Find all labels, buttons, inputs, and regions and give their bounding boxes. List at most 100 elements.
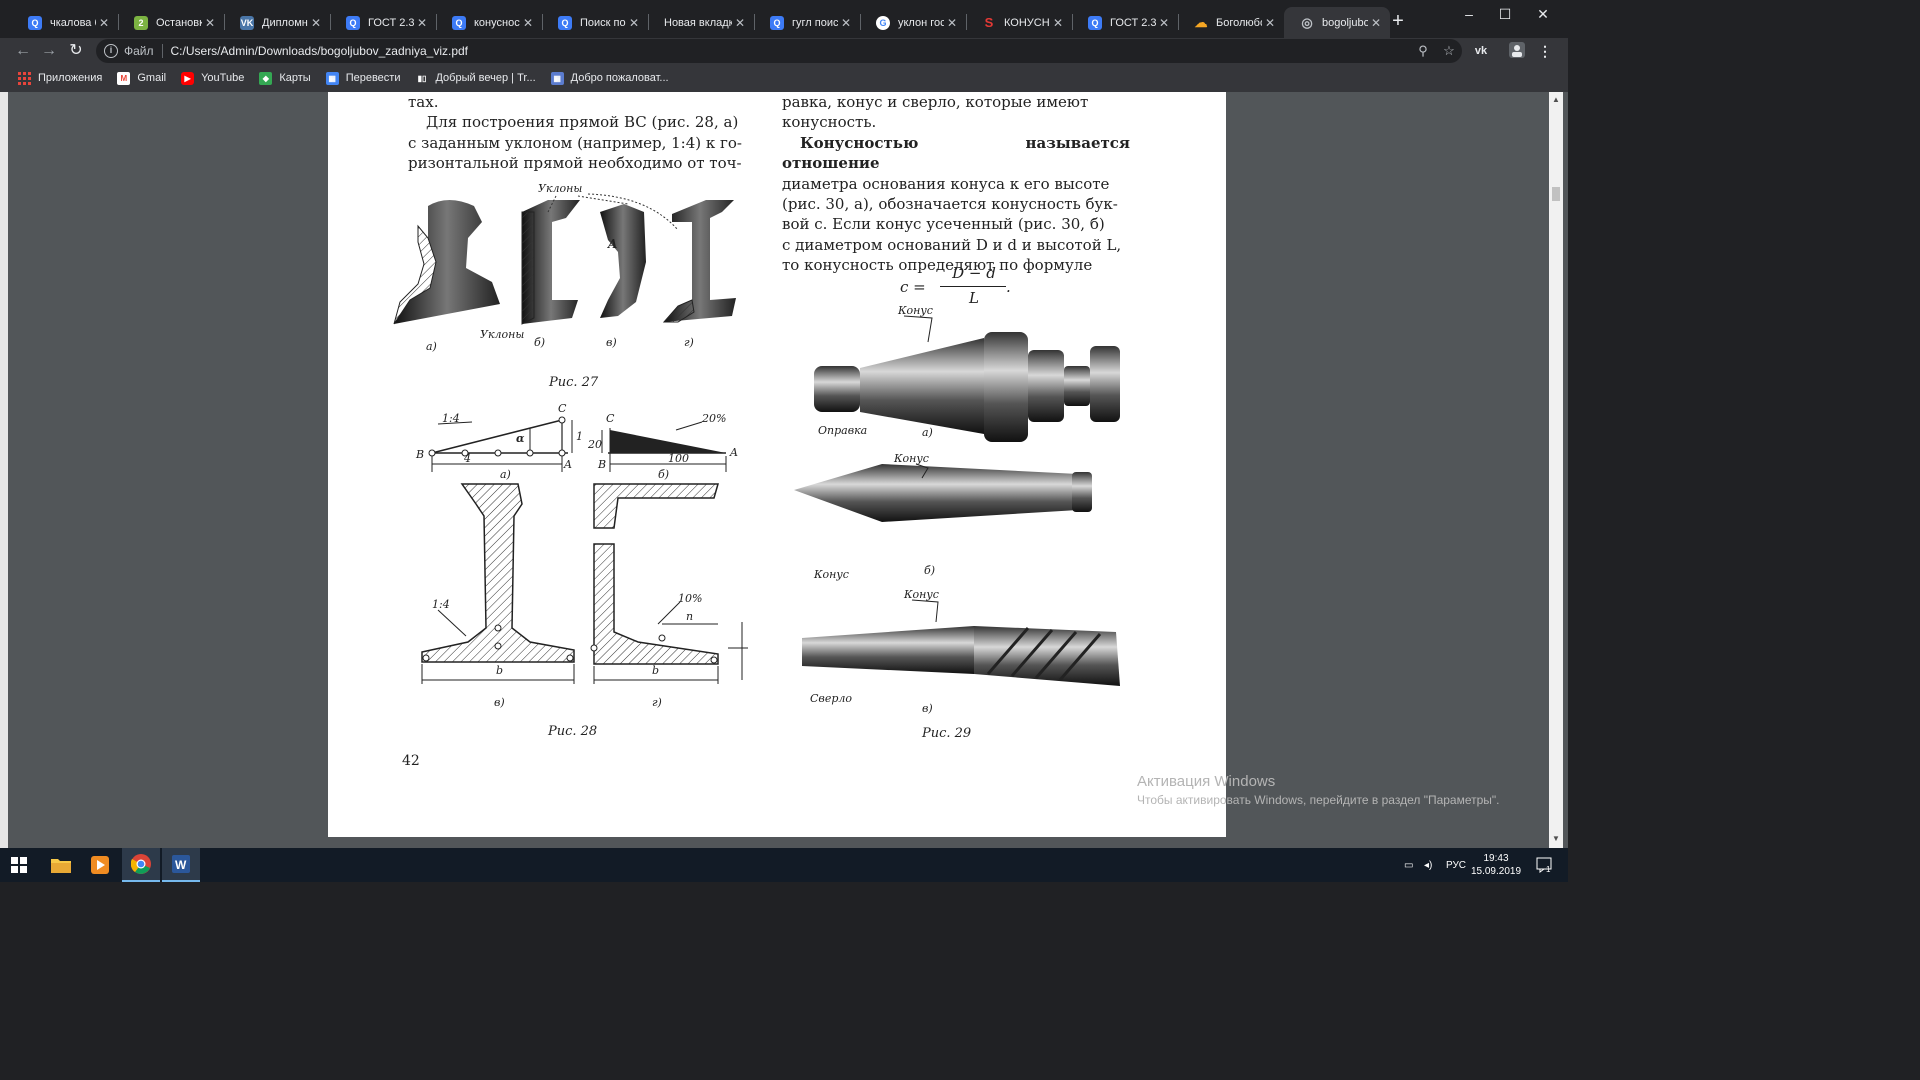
volume-icon[interactable]: ◂): [1424, 848, 1432, 882]
drill-drawing: [802, 626, 1120, 686]
language-indicator[interactable]: РУС: [1446, 848, 1466, 882]
tab[interactable]: ☁ Боголюбов✕: [1178, 7, 1284, 38]
yandex-search-icon: Q: [770, 15, 784, 30]
bookmark-item[interactable]: ▦ Перевести: [325, 71, 400, 85]
tab-close-icon[interactable]: ✕: [96, 16, 112, 30]
tab-close-icon[interactable]: ✕: [838, 16, 854, 30]
media-player-icon[interactable]: [81, 848, 119, 882]
bookmark-item[interactable]: M Gmail: [117, 71, 166, 85]
tab[interactable]: 2 Остановка✕: [118, 7, 224, 38]
bookmark-label: Карты: [279, 72, 311, 84]
tab-close-icon[interactable]: ✕: [414, 16, 430, 30]
tab-close-icon[interactable]: ✕: [1262, 16, 1278, 30]
network-icon[interactable]: ▭: [1404, 848, 1413, 882]
chrome-icon[interactable]: [122, 848, 160, 882]
tab-close-icon[interactable]: ✕: [308, 16, 324, 30]
dimension-label: 4: [463, 452, 471, 465]
vk-icon: VK: [240, 15, 254, 30]
bulb-profile-drawing: A: [600, 204, 646, 318]
bookmark-label: Добрый вечер | Tr...: [435, 72, 536, 84]
bookmark-item[interactable]: ◆ Карты: [259, 71, 311, 85]
slope-construction-b: [601, 421, 727, 472]
word-icon[interactable]: W: [162, 848, 200, 882]
taskbar: W ▭ ◂) РУС 19:43 15.09.2019 1: [0, 848, 1568, 882]
profile-avatar[interactable]: [1506, 42, 1528, 62]
figure-29-caption: Рис. 29: [922, 726, 972, 741]
text-line: (рис. 30, а), обозначается конусность бу…: [782, 195, 1118, 214]
tab[interactable]: Gуклон гост✕: [860, 7, 966, 38]
bookmark-item[interactable]: ▮▯ Добрый вечер | Tr...: [415, 72, 536, 85]
point-b-label: B: [415, 448, 424, 461]
right-column-text: равка, конус и сверло, которые имеют кон…: [782, 92, 1130, 276]
tab[interactable]: S КОНУСНОС✕: [966, 7, 1072, 38]
address-bar[interactable]: i Файл C:/Users/Admin/Downloads/bogoljub…: [96, 39, 1462, 63]
tab[interactable]: Q ГОСТ 2.307✕: [1072, 7, 1178, 38]
dimension-label: n: [686, 610, 693, 623]
figure-28-caption: Рис. 28: [548, 724, 598, 739]
notification-center-icon[interactable]: 1: [1536, 848, 1554, 882]
pdf-page: тах. Для построения прямой BC (рис. 28, …: [328, 92, 1226, 837]
vk-extension-icon[interactable]: vk: [1470, 41, 1492, 61]
tab[interactable]: Qчкалова 6 у✕: [12, 7, 118, 38]
text-line: равка, конус и сверло, которые имеют: [782, 93, 1089, 111]
rail-profile-drawing: [393, 200, 500, 325]
tab-close-icon[interactable]: ✕: [1050, 16, 1066, 30]
tab-close-icon[interactable]: ✕: [1156, 16, 1172, 30]
tab-close-icon[interactable]: ✕: [732, 16, 748, 30]
dimension-label: b: [652, 664, 659, 677]
subfig-label: г): [652, 696, 662, 709]
text-line: тах.: [408, 93, 439, 111]
menu-dots-icon[interactable]: ⋮: [1534, 41, 1556, 61]
figure-28: B C A 1:4 α 4 1 а) C B A 20% 100 20 б) 1…: [415, 402, 748, 709]
tab[interactable]: Qконусность✕: [436, 7, 542, 38]
tab-close-icon[interactable]: ✕: [520, 16, 536, 30]
bookmark-item[interactable]: ▦ Добро пожаловат...: [550, 71, 669, 85]
tab-close-icon[interactable]: ✕: [626, 16, 642, 30]
toolbar: ← → ↻ i Файл C:/Users/Admin/Downloads/bo…: [0, 38, 1568, 64]
cone-label: Конус: [897, 304, 933, 317]
close-window-button[interactable]: ✕: [1524, 0, 1562, 28]
reload-icon[interactable]: ↻: [65, 41, 87, 61]
maximize-button[interactable]: ☐: [1486, 0, 1524, 28]
scroll-up-icon[interactable]: ▲: [1549, 94, 1563, 106]
text-line-term: Конусностью называется отношение: [782, 133, 1130, 173]
new-tab-button[interactable]: +: [1388, 10, 1408, 34]
scroll-down-icon[interactable]: ▼: [1549, 833, 1563, 845]
scroll-thumb[interactable]: [1552, 187, 1560, 201]
tab[interactable]: ◎ bogoljubov✕: [1284, 7, 1390, 38]
left-edge: [0, 92, 8, 848]
zoom-icon[interactable]: ⚲: [1410, 43, 1436, 59]
subfig-label: а): [922, 426, 933, 439]
tab-close-icon[interactable]: ✕: [1368, 16, 1384, 30]
slope-construction-a: [428, 416, 573, 472]
minimize-button[interactable]: –: [1450, 0, 1488, 28]
url-text[interactable]: C:/Users/Admin/Downloads/bogoljubov_zadn…: [171, 44, 1410, 58]
tab[interactable]: VK Дипломник✕: [224, 7, 330, 38]
text-line: с заданным уклоном (например, 1:4) к го-: [408, 133, 742, 152]
text-line: вой c. Если конус усеченный (рис. 30, б): [782, 215, 1105, 234]
system-clock[interactable]: 19:43 15.09.2019: [1468, 852, 1524, 878]
tab[interactable]: Q Поиск по к✕: [542, 7, 648, 38]
bookmark-item[interactable]: Приложения: [18, 71, 102, 85]
tab-close-icon[interactable]: ✕: [202, 16, 218, 30]
subfig-label: в): [922, 702, 933, 715]
bookmark-item[interactable]: ▶ YouTube: [181, 71, 244, 85]
dimension-label: 1: [576, 430, 583, 443]
youtube-icon: ▶: [181, 71, 195, 85]
tab-close-icon[interactable]: ✕: [944, 16, 960, 30]
dimension-label: 100: [668, 452, 689, 465]
tab[interactable]: Новая вкладка✕: [648, 7, 754, 38]
info-icon[interactable]: i: [104, 44, 118, 58]
windows-logo-icon[interactable]: [0, 848, 38, 882]
tab[interactable]: Q ГОСТ 2.307-✕: [330, 7, 436, 38]
forward-arrow-icon[interactable]: →: [38, 41, 60, 61]
bookmark-label: Добро пожаловат...: [570, 72, 669, 84]
callout-top-label: Уклоны: [538, 182, 582, 195]
figure-27: A Уклоны Уклоны а) б) в) г): [393, 182, 736, 353]
folder-icon[interactable]: [42, 848, 80, 882]
vertical-scrollbar[interactable]: ▲ ▼: [1549, 92, 1563, 848]
notification-count: 1: [1546, 865, 1551, 873]
bookmark-star-icon[interactable]: ☆: [1436, 43, 1462, 59]
tab[interactable]: Qгугл поиско✕: [754, 7, 860, 38]
back-arrow-icon[interactable]: ←: [12, 41, 34, 61]
